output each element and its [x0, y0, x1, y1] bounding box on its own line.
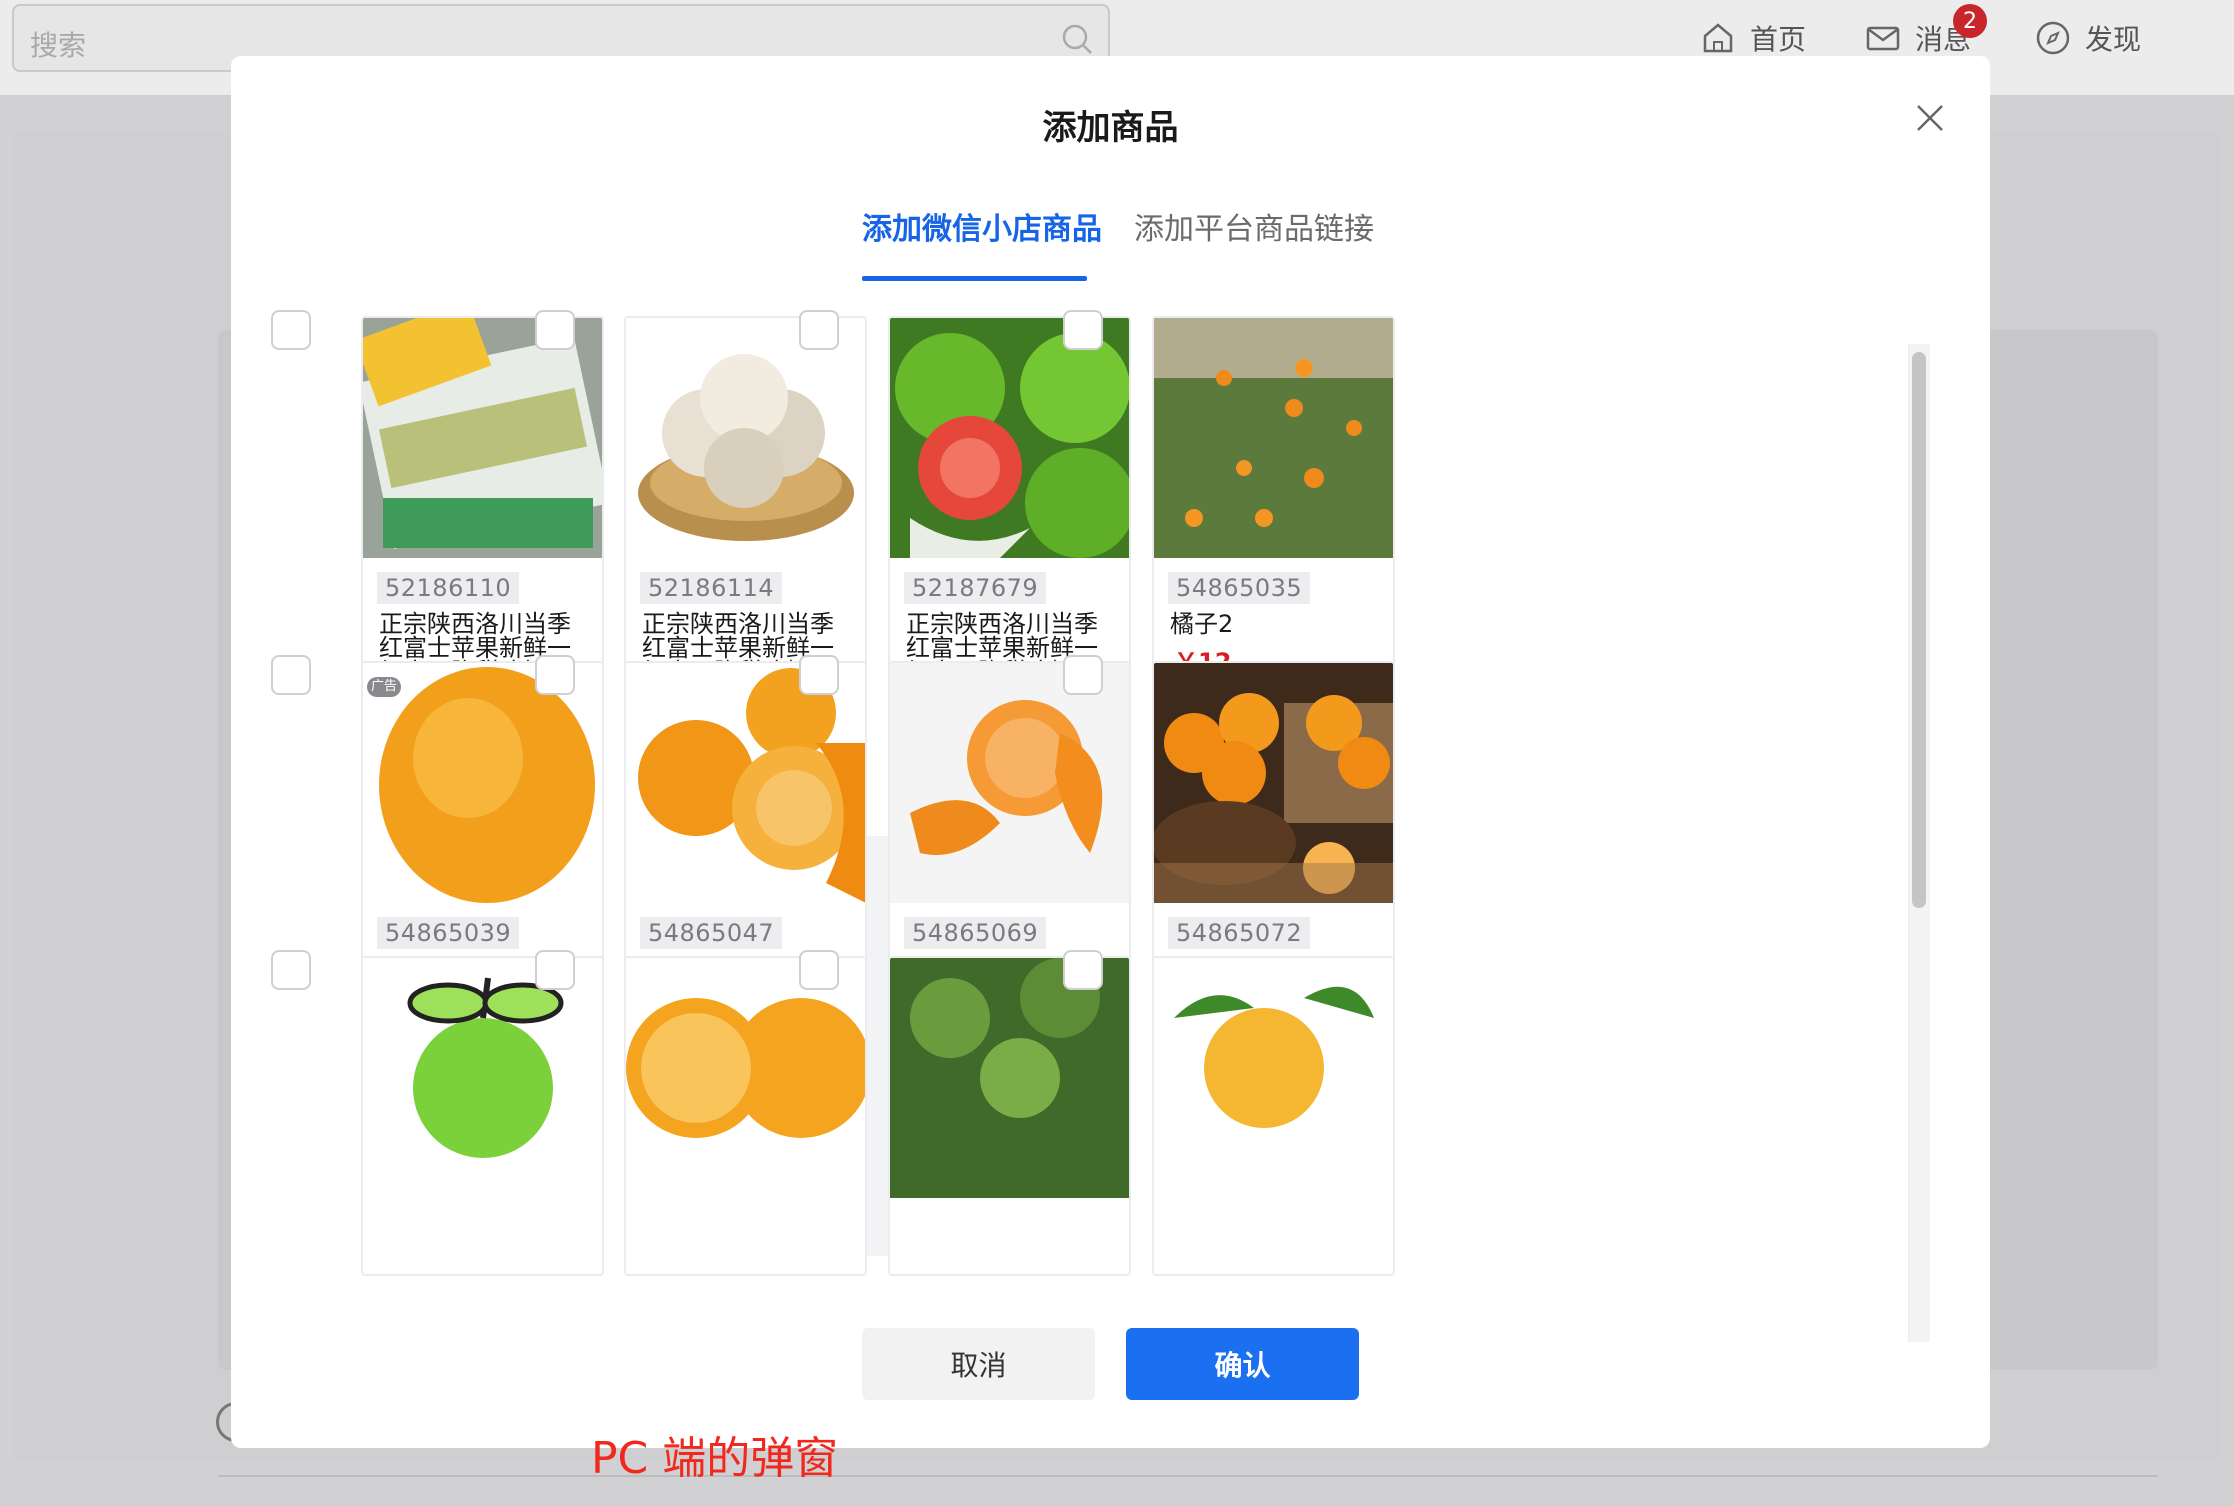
product-image — [626, 958, 865, 1198]
product-id: 54865069 — [904, 917, 1047, 949]
product-checkbox[interactable] — [271, 655, 311, 695]
tab-bar: 添加微信小店商品 添加平台商品链接 — [231, 204, 1990, 274]
product-id: 54865072 — [1168, 917, 1311, 949]
product-checkbox[interactable] — [535, 655, 575, 695]
product-image — [1154, 318, 1393, 558]
tab-wechat-shop-products[interactable]: 添加微信小店商品 — [862, 204, 1102, 248]
confirm-button[interactable]: 确认 — [1126, 1328, 1359, 1400]
product-checkbox[interactable] — [1063, 655, 1103, 695]
search-icon — [1062, 24, 1092, 54]
product-checkbox[interactable] — [535, 950, 575, 990]
product-image — [1154, 958, 1393, 1198]
product-checkbox[interactable] — [1063, 950, 1103, 990]
product-image — [626, 318, 865, 558]
product-checkbox[interactable] — [271, 950, 311, 990]
product-id: 54865047 — [640, 917, 783, 949]
product-id: 52187679 — [904, 572, 1047, 604]
mail-icon — [1866, 26, 1900, 51]
product-image — [1154, 663, 1393, 903]
background-divider — [218, 1475, 2158, 1477]
product-id: 54865035 — [1168, 572, 1311, 604]
product-checkbox[interactable] — [1063, 310, 1103, 350]
home-icon — [1703, 23, 1733, 53]
nav-discover-label: 发现 — [2085, 23, 2142, 56]
product-checkbox[interactable] — [799, 655, 839, 695]
product-id: 52186110 — [377, 572, 520, 604]
product-card[interactable] — [1152, 956, 1395, 1276]
cancel-button[interactable]: 取消 — [862, 1328, 1095, 1400]
product-id: 54865039 — [377, 917, 520, 949]
message-count-badge: 2 — [1953, 4, 1987, 38]
product-id: 52186114 — [640, 572, 783, 604]
product-card[interactable] — [624, 956, 867, 1276]
product-checkbox[interactable] — [799, 310, 839, 350]
product-card[interactable]: 54865035橘子2￥12 — [1152, 316, 1395, 689]
product-card[interactable] — [888, 956, 1131, 1276]
product-image — [363, 663, 602, 903]
product-image — [890, 958, 1129, 1198]
product-image — [626, 663, 865, 903]
modal-title: 添加商品 — [1042, 108, 1179, 148]
tab-platform-product-link[interactable]: 添加平台商品链接 — [1134, 204, 1374, 248]
product-card[interactable] — [361, 956, 604, 1276]
product-checkbox[interactable] — [535, 310, 575, 350]
search-placeholder: 搜索 — [30, 29, 87, 62]
nav-discover[interactable]: 发现 — [2035, 18, 2141, 58]
product-checkbox[interactable] — [799, 950, 839, 990]
close-icon[interactable] — [1910, 98, 1950, 138]
product-grid: 52186110正宗陕西洛川当季红富士苹果新鲜一级水果脆甜冰糖心包邮10斤提子￥… — [231, 284, 1931, 1284]
ad-tag: 广告 — [367, 677, 402, 697]
product-image — [363, 318, 602, 558]
product-image — [890, 663, 1129, 903]
product-checkbox[interactable] — [271, 310, 311, 350]
product-name: 橘子2 — [1170, 610, 1234, 638]
caption-text: PC 端的弹窗 — [591, 1433, 839, 1484]
active-tab-indicator — [862, 276, 1087, 281]
nav-home-label: 首页 — [1750, 23, 1807, 56]
product-image — [363, 958, 602, 1198]
product-image — [890, 318, 1129, 558]
add-product-modal: 添加商品 添加微信小店商品 添加平台商品链接 52186110 正宗陕西洛川当季红… — [231, 56, 1990, 1448]
compass-icon — [2036, 21, 2070, 55]
nav-home[interactable]: 首页 — [1700, 18, 1806, 58]
